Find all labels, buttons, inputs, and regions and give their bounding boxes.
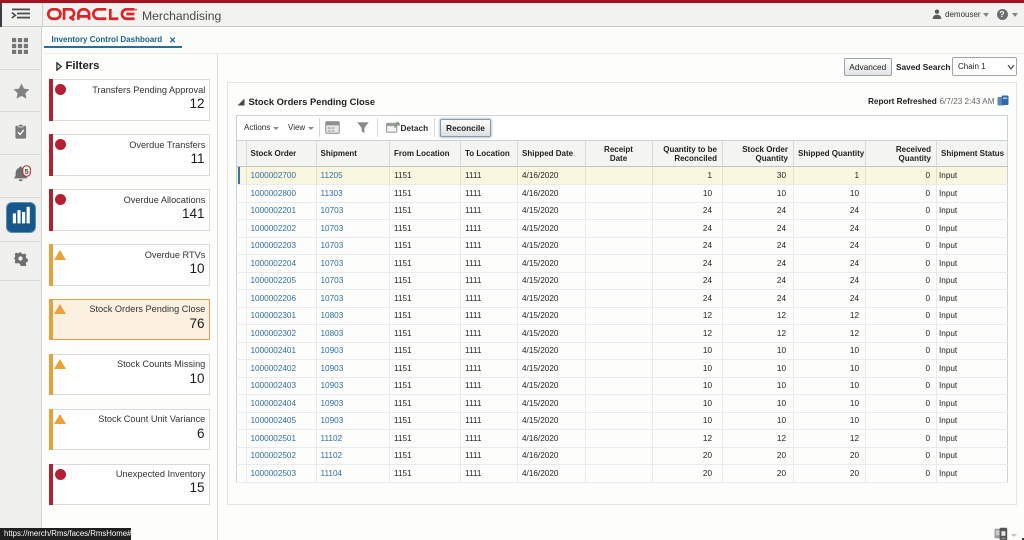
svg-text:5: 5 bbox=[25, 167, 29, 176]
